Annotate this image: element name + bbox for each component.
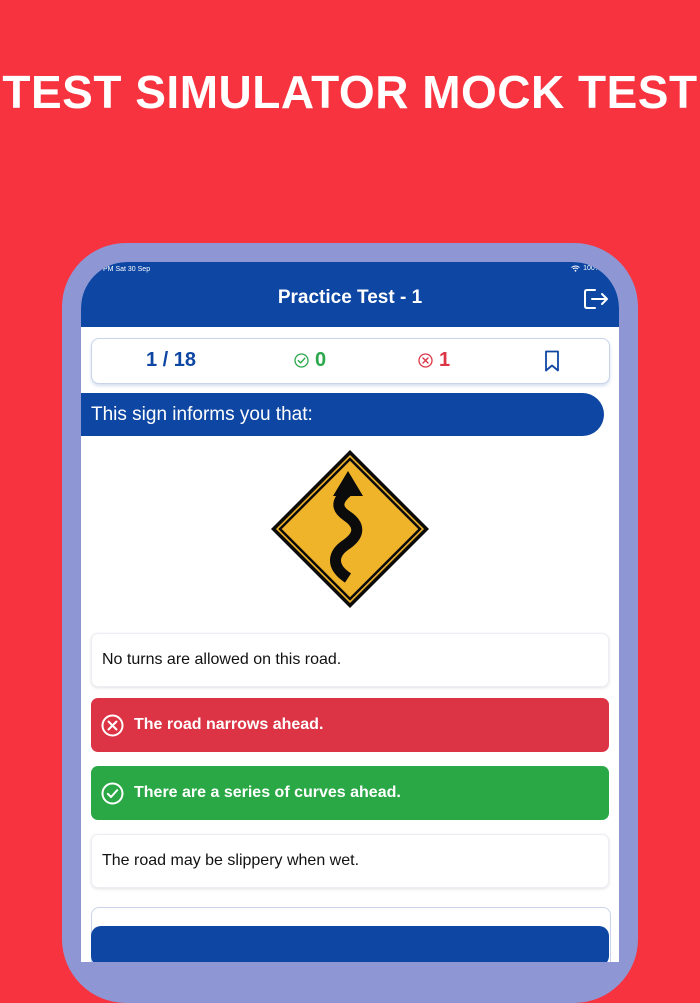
status-indicators: 100% (571, 265, 601, 272)
correct-counter: 0 (294, 349, 326, 372)
answer-option-label: The road may be slippery when wet. (102, 852, 360, 869)
bookmark-icon[interactable] (544, 350, 560, 372)
battery-label: 100% (583, 265, 601, 272)
status-time: PM Sat 30 Sep (103, 266, 151, 273)
app-screen: PM Sat 30 Sep 100% Practice Test - 1 1 /… (81, 262, 619, 962)
answer-option-2[interactable]: The road narrows ahead. (91, 698, 609, 752)
wrong-counter: 1 (418, 349, 450, 372)
answer-option-3[interactable]: There are a series of curves ahead. (91, 766, 609, 820)
exit-icon[interactable] (583, 288, 609, 310)
answer-option-label: The road narrows ahead. (134, 716, 324, 733)
answer-option-4[interactable]: The road may be slippery when wet. (91, 834, 609, 888)
question-text: This sign informs you that: (81, 393, 604, 436)
answer-option-label: No turns are allowed on this road. (102, 651, 342, 668)
correct-count: 0 (315, 349, 327, 371)
x-circle-icon (101, 714, 124, 736)
wrong-count: 1 (439, 349, 451, 371)
answer-option-1[interactable]: No turns are allowed on this road. (91, 633, 609, 687)
nav-bar: PM Sat 30 Sep 100% Practice Test - 1 (81, 262, 619, 327)
score-bar: 1 / 18 0 1 (91, 338, 610, 384)
check-circle-icon (101, 782, 124, 804)
answer-option-label: There are a series of curves ahead. (134, 784, 401, 801)
question-progress: 1 / 18 (146, 349, 196, 372)
wifi-icon (571, 265, 580, 272)
promo-title: TEST SIMULATOR MOCK TEST (2, 66, 698, 118)
check-circle-icon (294, 353, 309, 368)
page-title: Practice Test - 1 (277, 287, 423, 308)
winding-road-sign (271, 450, 429, 608)
next-button[interactable] (91, 926, 609, 962)
progress-label: 1 / 18 (146, 349, 197, 371)
x-circle-icon (418, 353, 433, 368)
